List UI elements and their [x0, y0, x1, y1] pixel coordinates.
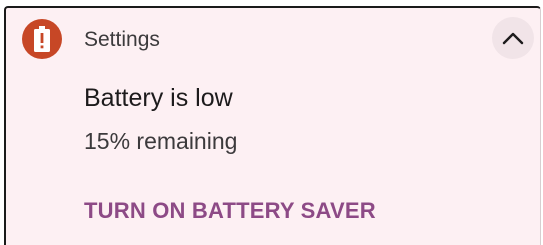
notification-title: Battery is low [84, 84, 233, 112]
app-name: Settings [84, 28, 160, 51]
notification-text: 15% remaining [84, 128, 238, 154]
battery-alert-icon [22, 19, 62, 59]
collapse-button[interactable] [492, 17, 534, 59]
turn-on-battery-saver-button[interactable]: TURN ON BATTERY SAVER [84, 196, 376, 226]
chevron-up-icon [502, 32, 524, 45]
battery-low-notification[interactable]: Settings Battery is low 15% remaining TU… [4, 6, 541, 245]
battery-alert-glyph [34, 26, 50, 52]
